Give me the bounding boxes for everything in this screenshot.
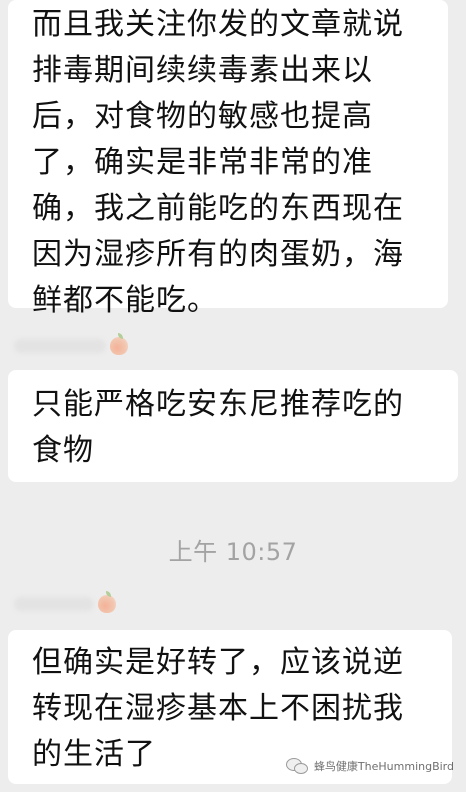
message-timestamp: 上午 10:57 bbox=[168, 538, 298, 566]
peach-icon bbox=[98, 591, 116, 613]
watermark-text: 蜂鸟健康TheHummingBird bbox=[313, 760, 454, 773]
sender-name-blurred bbox=[14, 597, 94, 611]
chat-view: 而且我关注你发的文章就说 排毒期间续续毒素出来以 后，对食物的敏感也提高 了，确… bbox=[0, 0, 466, 792]
watermark: 蜂鸟健康TheHummingBird bbox=[285, 758, 454, 774]
wechat-icon bbox=[285, 758, 308, 774]
sender-label bbox=[14, 591, 116, 616]
sender-name-blurred bbox=[14, 339, 106, 353]
message-bubble[interactable]: 而且我关注你发的文章就说 排毒期间续续毒素出来以 后，对食物的敏感也提高 了，确… bbox=[8, 0, 448, 318]
sender-label bbox=[14, 333, 128, 358]
peach-icon bbox=[110, 333, 128, 355]
message-bubble[interactable]: 只能严格吃安东尼推荐吃的 食物 bbox=[8, 370, 458, 482]
